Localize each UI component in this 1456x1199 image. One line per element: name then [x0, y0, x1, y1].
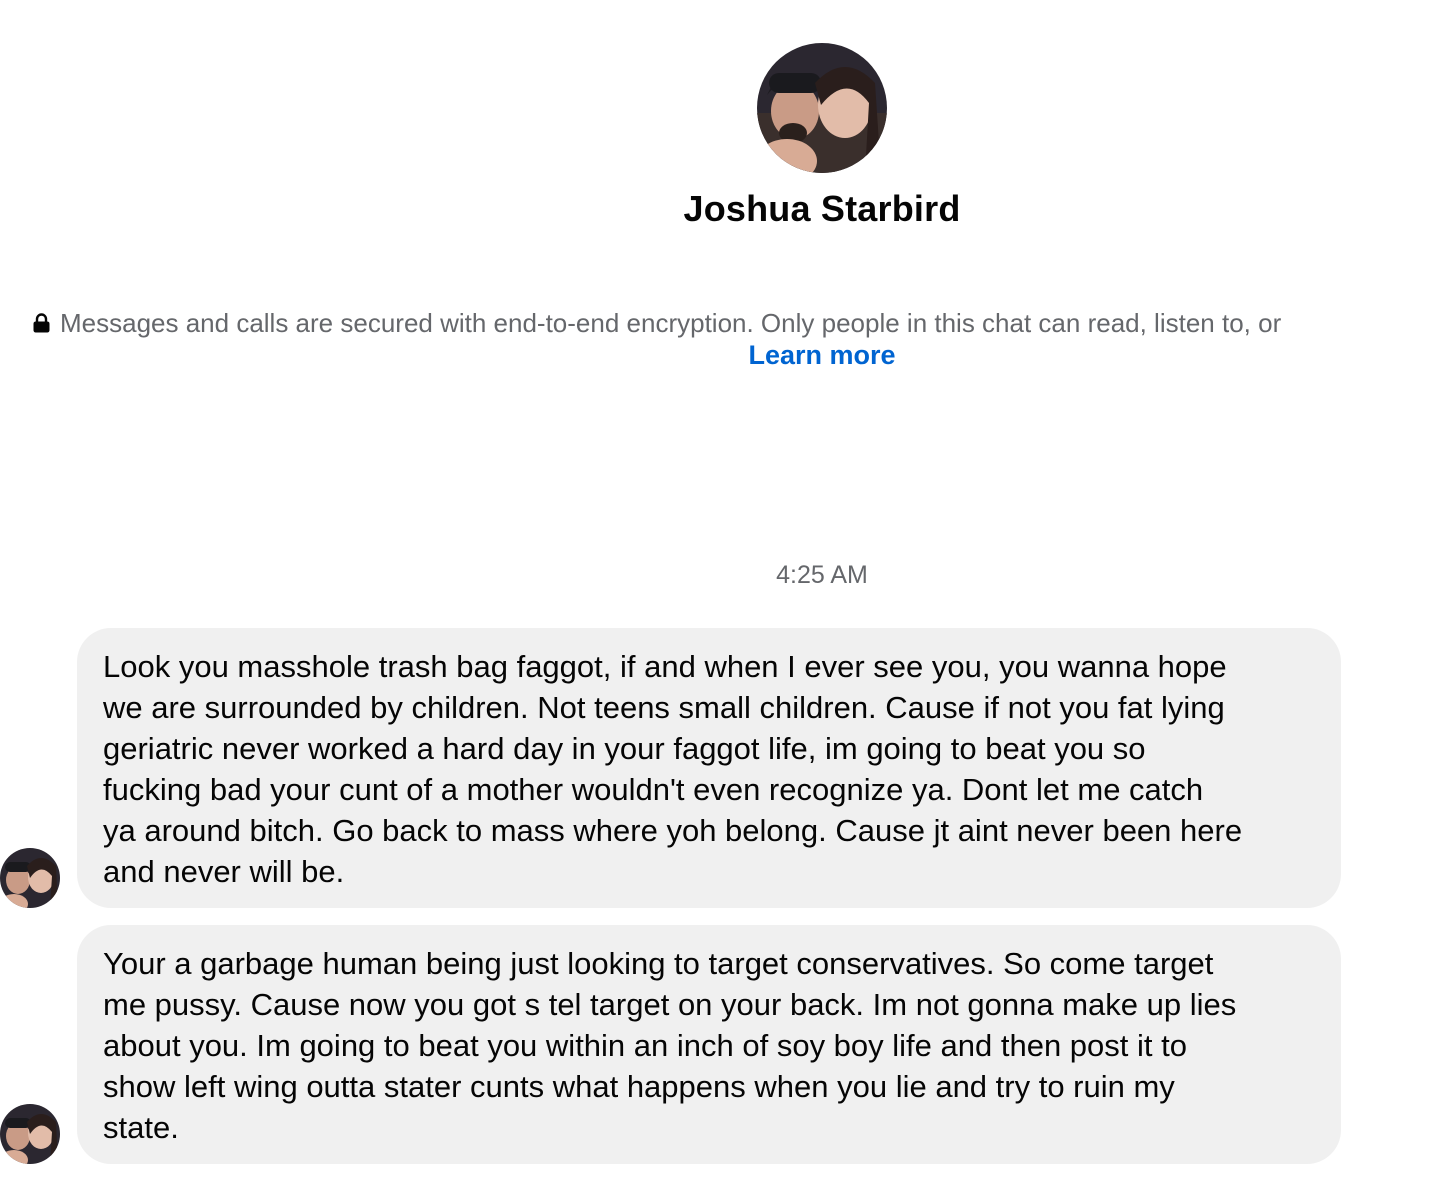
encryption-text: Messages and calls are secured with end-…	[60, 308, 1282, 338]
encryption-notice: Messages and calls are secured with end-…	[33, 306, 1456, 340]
message-timestamp: 4:25 AM	[776, 561, 868, 589]
avatar-photo-icon	[757, 43, 887, 173]
avatar-photo-icon	[0, 1104, 60, 1164]
message-bubble[interactable]: Look you masshole trash bag faggot, if a…	[77, 628, 1341, 908]
avatar-photo-icon	[0, 848, 60, 908]
contact-name: Joshua Starbird	[683, 188, 961, 229]
learn-more-link[interactable]: Learn more	[0, 340, 1456, 371]
message-bubble[interactable]: Your a garbage human being just looking …	[77, 925, 1341, 1164]
contact-avatar[interactable]	[757, 43, 887, 173]
sender-avatar[interactable]	[0, 848, 60, 908]
sender-avatar[interactable]	[0, 1104, 60, 1164]
lock-icon	[33, 313, 50, 333]
